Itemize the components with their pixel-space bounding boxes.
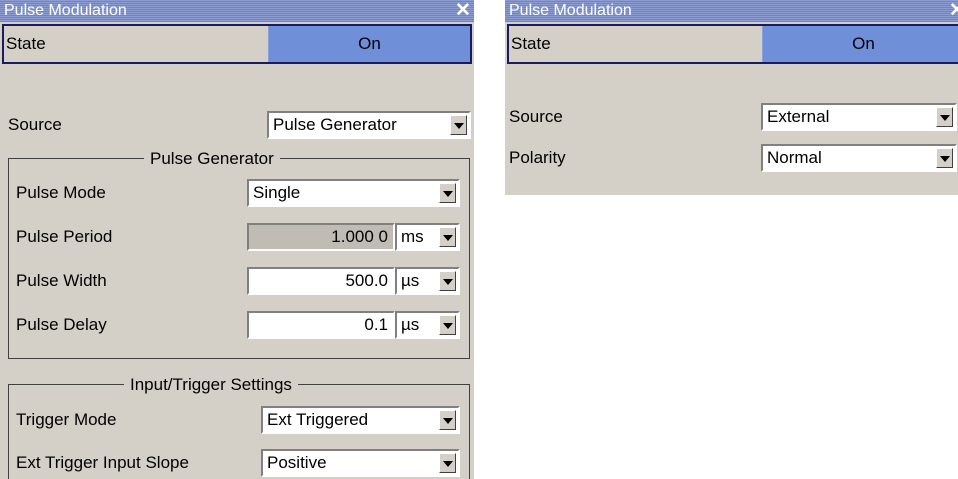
close-icon[interactable]: ✕ xyxy=(949,0,958,22)
chevron-down-icon[interactable] xyxy=(439,410,456,430)
pulse-width-unit-dropdown[interactable]: µs xyxy=(395,267,460,295)
state-row: State On xyxy=(2,24,472,64)
chevron-down-icon[interactable] xyxy=(450,115,467,135)
title-bar: Pulse Modulation xyxy=(505,0,958,22)
pulse-mode-label: Pulse Mode xyxy=(16,183,106,202)
input-trigger-title: Input/Trigger Settings xyxy=(124,374,298,396)
state-label: State xyxy=(6,34,46,53)
pulse-modulation-panel-right: Pulse Modulation ✕ State On Source Exter… xyxy=(505,0,958,195)
pulse-mode-dropdown[interactable]: Single xyxy=(247,179,460,207)
polarity-value: Normal xyxy=(767,148,822,167)
pulse-delay-unit: µs xyxy=(401,315,420,334)
polarity-label: Polarity xyxy=(509,148,566,167)
chevron-down-icon[interactable] xyxy=(439,227,456,247)
pulse-mode-value: Single xyxy=(253,183,301,202)
pulse-generator-title: Pulse Generator xyxy=(144,148,280,170)
ext-trigger-slope-value: Positive xyxy=(267,453,327,472)
state-row: State On xyxy=(507,24,958,64)
trigger-mode-label: Trigger Mode xyxy=(16,410,117,429)
source-dropdown[interactable]: External xyxy=(761,103,957,131)
chevron-down-icon[interactable] xyxy=(936,148,953,168)
pulse-width-field[interactable]: 500.0 xyxy=(247,267,395,295)
chevron-down-icon[interactable] xyxy=(439,271,456,291)
source-label: Source xyxy=(8,115,62,134)
state-toggle-button[interactable]: On xyxy=(268,26,470,62)
pulse-modulation-panel-left: Pulse Modulation ✕ State On Source Pulse… xyxy=(0,0,474,479)
pulse-width-unit: µs xyxy=(401,271,420,290)
polarity-dropdown[interactable]: Normal xyxy=(761,144,957,172)
state-label: State xyxy=(511,34,551,53)
chevron-down-icon[interactable] xyxy=(439,453,456,473)
pulse-period-field: 1.000 0 xyxy=(247,223,395,251)
panel-title: Pulse Modulation xyxy=(509,2,632,19)
chevron-down-icon[interactable] xyxy=(439,183,456,203)
source-value: External xyxy=(767,107,830,126)
title-bar: Pulse Modulation xyxy=(0,0,474,22)
pulse-period-unit: ms xyxy=(401,227,424,246)
panel-title: Pulse Modulation xyxy=(4,2,127,19)
ext-trigger-slope-dropdown[interactable]: Positive xyxy=(261,449,460,477)
pulse-delay-field[interactable]: 0.1 xyxy=(247,311,395,339)
chevron-down-icon[interactable] xyxy=(936,107,953,127)
pulse-delay-unit-dropdown[interactable]: µs xyxy=(395,311,460,339)
source-value: Pulse Generator xyxy=(273,115,397,134)
ext-trigger-slope-label: Ext Trigger Input Slope xyxy=(16,453,189,472)
pulse-period-unit-dropdown[interactable]: ms xyxy=(395,223,460,251)
state-toggle-button[interactable]: On xyxy=(762,26,958,62)
pulse-width-label: Pulse Width xyxy=(16,271,107,290)
trigger-mode-dropdown[interactable]: Ext Triggered xyxy=(261,406,460,434)
trigger-mode-value: Ext Triggered xyxy=(267,410,369,429)
source-label: Source xyxy=(509,107,563,126)
source-dropdown[interactable]: Pulse Generator xyxy=(267,111,471,139)
pulse-delay-label: Pulse Delay xyxy=(16,315,107,334)
pulse-period-label: Pulse Period xyxy=(16,227,113,246)
chevron-down-icon[interactable] xyxy=(439,315,456,335)
close-icon[interactable]: ✕ xyxy=(455,0,471,22)
